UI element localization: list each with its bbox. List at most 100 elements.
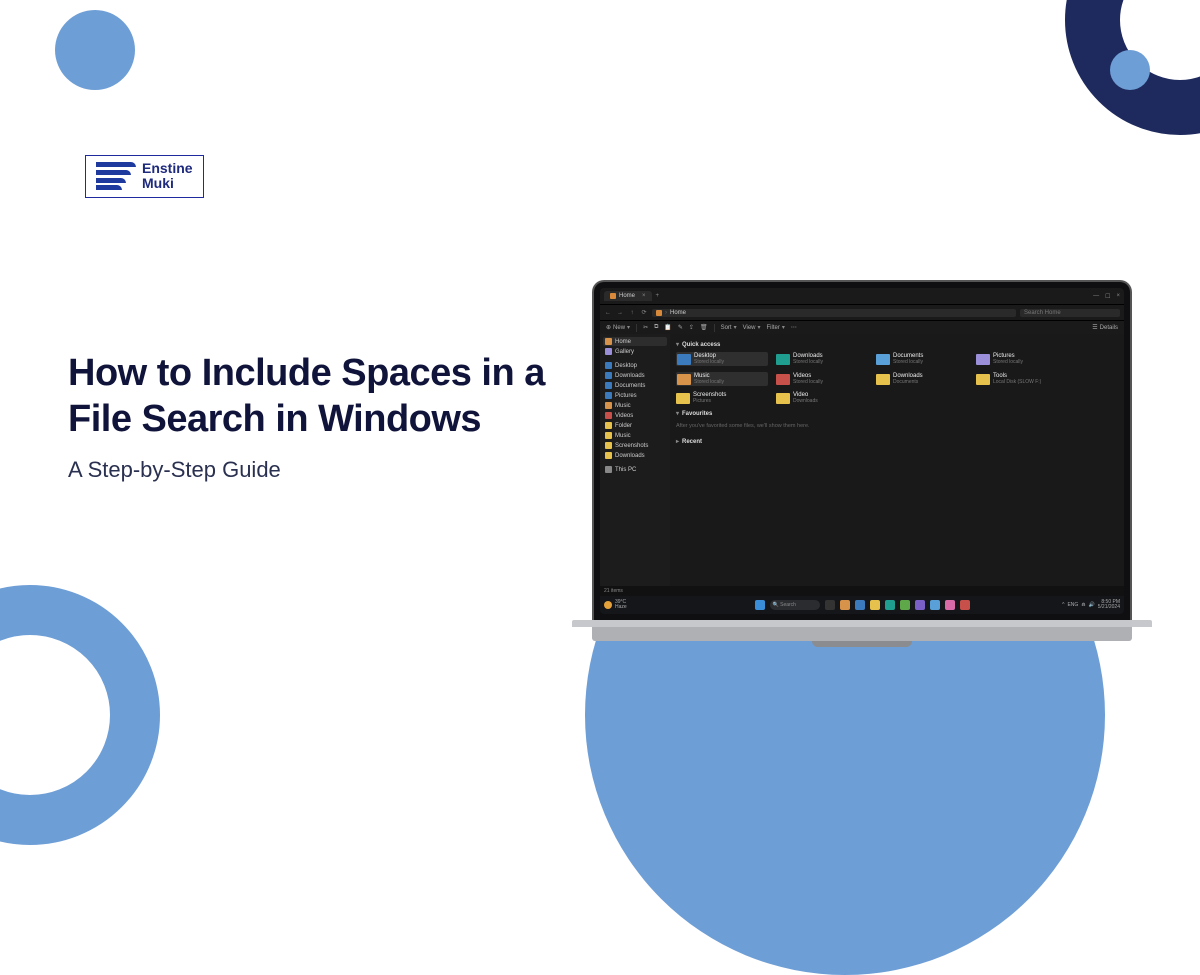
explorer-sidebar: Home Gallery Desktop Downloads DocumentsPict… (600, 334, 670, 586)
taskbar-app-icon[interactable] (945, 600, 955, 610)
nav-forward-icon[interactable]: → (616, 310, 624, 316)
window-tab[interactable]: Home × (604, 291, 652, 301)
delete-icon[interactable]: 🗑 (700, 324, 708, 331)
sidebar-item[interactable]: Folder (603, 421, 667, 430)
sidebar-item[interactable]: Screenshots (603, 441, 667, 450)
explorer-taskbar-icon[interactable] (870, 600, 880, 610)
task-view-icon[interactable] (825, 600, 835, 610)
folder-icon (876, 354, 890, 365)
sidebar-item[interactable]: This PC (603, 465, 667, 474)
folder-icon (605, 382, 612, 389)
paste-icon[interactable]: 📋 (664, 324, 671, 331)
sidebar-item[interactable]: Gallery (603, 347, 667, 356)
favourites-header[interactable]: ▾Favourites (676, 410, 1118, 417)
quick-access-item[interactable]: VideoDownloads (776, 392, 868, 404)
sidebar-item[interactable]: Desktop (603, 361, 667, 370)
sidebar-item-label: Screenshots (615, 443, 648, 449)
folder-icon (677, 374, 691, 385)
language-indicator[interactable]: ENG (1067, 602, 1078, 608)
start-icon[interactable] (755, 600, 765, 610)
copy-icon[interactable]: ⧉ (654, 324, 658, 331)
sidebar-item-label: Downloads (615, 373, 645, 379)
taskbar-app-icon[interactable] (915, 600, 925, 610)
quick-access-item[interactable]: DownloadsStored locally (776, 352, 868, 366)
folder-icon (605, 432, 612, 439)
nav-back-icon[interactable]: ← (604, 310, 612, 316)
item-sublabel: Pictures (693, 399, 726, 405)
address-bar[interactable]: › Home (652, 309, 1016, 317)
wifi-icon[interactable]: ⋒ (1081, 602, 1085, 608)
folder-icon (605, 466, 612, 473)
quick-access-header[interactable]: ▾Quick access (676, 341, 1118, 348)
close-tab-icon[interactable]: × (642, 293, 646, 299)
weather-widget[interactable]: 39°C Haze (604, 600, 627, 610)
quick-access-item[interactable]: DocumentsStored locally (876, 352, 968, 366)
folder-icon (976, 374, 990, 385)
quick-access-item[interactable]: VideosStored locally (776, 372, 868, 386)
page-subtitle: A Step-by-Step Guide (68, 457, 598, 483)
sidebar-item-label: Music (615, 433, 631, 439)
folder-icon (605, 362, 612, 369)
sidebar-item[interactable]: Documents (603, 381, 667, 390)
view-button[interactable]: View▾ (743, 324, 761, 331)
quick-access-item[interactable]: DesktopStored locally (676, 352, 768, 366)
sidebar-item[interactable]: Music (603, 431, 667, 440)
item-sublabel: Stored locally (893, 360, 923, 366)
more-icon[interactable]: ⋯ (791, 324, 797, 331)
sidebar-item-label: Videos (615, 413, 633, 419)
sidebar-item-label: Gallery (615, 349, 634, 355)
cut-icon[interactable]: ✂ (643, 324, 648, 331)
sidebar-item-label: Home (615, 339, 631, 345)
item-sublabel: Stored locally (793, 360, 823, 366)
volume-icon[interactable]: 🔊 (1089, 602, 1095, 608)
sun-icon (604, 601, 612, 609)
rename-icon[interactable]: ✎ (678, 324, 683, 331)
close-icon[interactable]: × (1116, 293, 1120, 300)
search-input[interactable]: Search Home (1020, 309, 1120, 317)
item-sublabel: Stored locally (694, 380, 724, 386)
taskbar-app-icon[interactable] (840, 600, 850, 610)
maximize-icon[interactable]: ☐ (1105, 293, 1110, 300)
sidebar-item[interactable]: Downloads (603, 451, 667, 460)
explorer-toolbar: ⊕New▾ ✂ ⧉ 📋 ✎ ⇪ 🗑 Sort▾ View▾ Filter▾ ⋯ … (600, 320, 1124, 334)
share-icon[interactable]: ⇪ (689, 324, 694, 331)
sidebar-item[interactable]: Pictures (603, 391, 667, 400)
chevron-up-icon[interactable]: ^ (1062, 602, 1064, 608)
taskbar-app-icon[interactable] (885, 600, 895, 610)
edge-icon[interactable] (930, 600, 940, 610)
taskbar-app-icon[interactable] (855, 600, 865, 610)
taskbar-app-icon[interactable] (960, 600, 970, 610)
folder-icon (605, 442, 612, 449)
quick-access-item[interactable]: ToolsLocal Disk (SLOW F:) (976, 372, 1068, 386)
decorative-dot-top-right (1110, 50, 1150, 90)
sidebar-item[interactable]: Music (603, 401, 667, 410)
system-tray[interactable]: ^ ENG ⋒ 🔊 8:50 PM 5/21/2024 (1062, 600, 1120, 610)
quick-access-item[interactable]: DownloadsDocuments (876, 372, 968, 386)
details-icon: ☰ (1092, 324, 1097, 331)
sidebar-item[interactable]: Downloads (603, 371, 667, 380)
folder-icon (776, 374, 790, 385)
sidebar-item[interactable]: Videos (603, 411, 667, 420)
sidebar-item-label: Music (615, 403, 631, 409)
new-button[interactable]: ⊕New▾ (606, 324, 630, 331)
sidebar-item[interactable]: Home (603, 337, 667, 346)
nav-refresh-icon[interactable]: ⟳ (640, 309, 648, 316)
folder-icon (776, 354, 790, 365)
page-title: How to Include Spaces in a File Search i… (68, 350, 598, 443)
quick-access-item[interactable]: PicturesStored locally (976, 352, 1068, 366)
recent-header[interactable]: ▸Recent (676, 438, 1118, 445)
quick-access-item[interactable]: ScreenshotsPictures (676, 392, 768, 404)
sort-button[interactable]: Sort▾ (721, 324, 737, 331)
taskbar-search[interactable]: 🔍 Search (770, 600, 820, 610)
details-pane-button[interactable]: ☰Details (1092, 324, 1118, 331)
taskbar-app-icon[interactable] (900, 600, 910, 610)
folder-icon (677, 354, 691, 365)
item-sublabel: Stored locally (694, 360, 724, 366)
quick-access-item[interactable]: MusicStored locally (676, 372, 768, 386)
new-tab-button[interactable]: + (656, 293, 660, 299)
minimize-icon[interactable]: — (1093, 293, 1099, 300)
explorer-content: ▾Quick access DesktopStored locally Downl… (670, 334, 1124, 586)
nav-up-icon[interactable]: ↑ (628, 310, 636, 316)
filter-button[interactable]: Filter▾ (767, 324, 785, 331)
item-sublabel: Local Disk (SLOW F:) (993, 380, 1041, 386)
